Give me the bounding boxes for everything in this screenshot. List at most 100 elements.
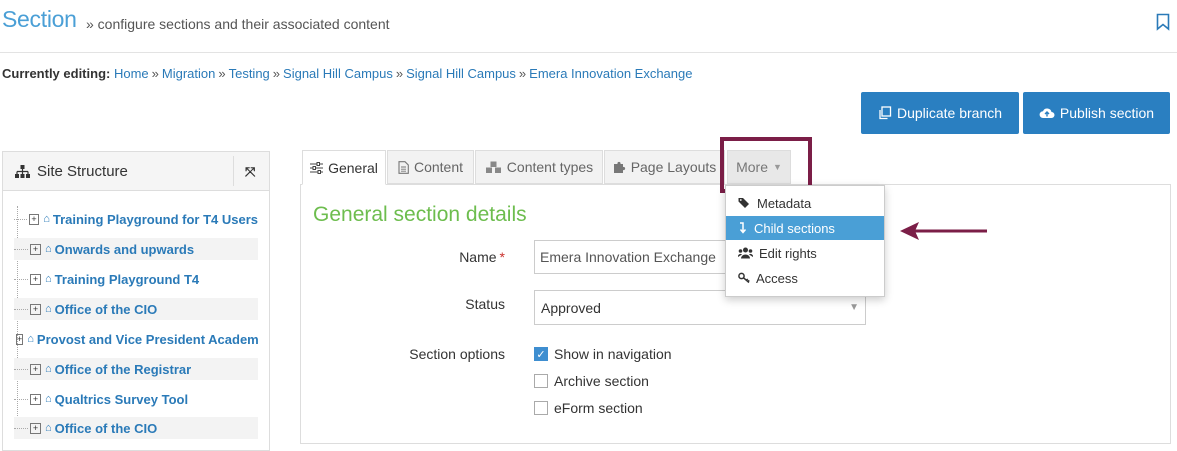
puzzle-icon <box>613 161 625 173</box>
tree-item-label: Training Playground T4 <box>54 271 200 287</box>
publish-section-button[interactable]: Publish section <box>1023 92 1170 134</box>
home-icon: ⌂ <box>45 243 52 255</box>
expand-node-icon[interactable]: + <box>30 422 41 434</box>
tree-item-label: Office of the Registrar <box>54 361 192 377</box>
name-label: Name * <box>400 249 505 265</box>
expand-node-icon[interactable]: + <box>16 333 24 345</box>
checkbox-box[interactable] <box>534 401 548 415</box>
home-icon: ⌂ <box>27 333 34 345</box>
header-divider <box>0 52 1177 53</box>
document-icon <box>398 160 409 174</box>
tree-item[interactable]: + ⌂ Provost and Vice President Academic <box>14 328 258 350</box>
menu-item-access-label: Access <box>756 270 798 286</box>
copy-icon <box>879 106 892 120</box>
tab-general-label: General <box>328 159 378 176</box>
header-divider <box>233 156 234 186</box>
sliders-icon <box>310 161 324 174</box>
tab-content[interactable]: Content <box>387 150 474 184</box>
tree-item[interactable]: + ⌂ Training Playground for T4 Users <box>14 208 258 230</box>
tree-item-label: Qualtrics Survey Tool <box>54 391 189 407</box>
home-icon: ⌂ <box>45 363 52 375</box>
breadcrumb-separator: » <box>518 66 527 81</box>
tree-item[interactable]: + ⌂ Office of the CIO <box>14 298 258 320</box>
breadcrumb-separator: » <box>272 66 281 81</box>
tree-item[interactable]: + ⌂ Office of the CIO <box>14 417 258 439</box>
tab-content-types[interactable]: Content types <box>475 150 603 184</box>
breadcrumb-signal-hill-1[interactable]: Signal Hill Campus <box>283 66 393 81</box>
page-title: Section <box>2 6 77 32</box>
level-down-icon <box>739 222 747 234</box>
tab-page-layouts-label: Page Layouts <box>630 159 717 175</box>
home-icon: ⌂ <box>45 393 52 405</box>
tags-icon <box>738 198 749 208</box>
checkbox-box[interactable] <box>534 374 548 388</box>
menu-item-child-sections-label: Child sections <box>754 220 835 236</box>
tree-item[interactable]: + ⌂ Onwards and upwards <box>14 238 258 260</box>
expand-node-icon[interactable]: + <box>30 363 41 375</box>
menu-item-edit-rights-label: Edit rights <box>759 245 817 261</box>
breadcrumb-emera[interactable]: Emera Innovation Exchange <box>529 66 692 81</box>
breadcrumb-signal-hill-2[interactable]: Signal Hill Campus <box>406 66 516 81</box>
duplicate-branch-label: Duplicate branch <box>896 105 1003 121</box>
expand-node-icon[interactable]: + <box>30 393 41 405</box>
archive-section-label: Archive section <box>554 373 649 389</box>
page-subtitle: » configure sections and their associate… <box>86 16 390 32</box>
menu-item-metadata[interactable]: Metadata <box>726 191 884 215</box>
tree-item-label: Training Playground for T4 Users <box>52 211 258 227</box>
caret-down-icon: ▼ <box>849 302 859 313</box>
sitemap-icon <box>15 165 30 178</box>
tree-item[interactable]: + ⌂ Training Playground T4 <box>14 268 258 290</box>
tree-item-label: Onwards and upwards <box>54 241 195 257</box>
home-icon: ⌂ <box>45 303 52 315</box>
duplicate-branch-button[interactable]: Duplicate branch <box>861 92 1019 134</box>
users-icon <box>738 247 753 259</box>
menu-item-edit-rights[interactable]: Edit rights <box>726 241 884 265</box>
cloud-upload-icon <box>1039 108 1055 118</box>
menu-item-child-sections[interactable]: Child sections <box>726 216 884 240</box>
status-label: Status <box>465 296 505 312</box>
required-marker: * <box>499 249 505 265</box>
archive-section-checkbox[interactable]: Archive section <box>534 373 649 389</box>
breadcrumb: Currently editing: Home» Migration» Testin… <box>2 66 692 81</box>
key-icon <box>738 272 750 284</box>
tree-item[interactable]: + ⌂ Office of the Registrar <box>14 358 258 380</box>
section-heading: General section details <box>313 203 527 226</box>
cubes-icon <box>485 161 501 173</box>
checkmark-icon[interactable]: ✓ <box>534 347 548 361</box>
tab-page-layouts[interactable]: Page Layouts <box>604 150 725 184</box>
expand-node-icon[interactable]: + <box>30 243 41 255</box>
eform-section-label: eForm section <box>554 400 643 416</box>
breadcrumb-testing[interactable]: Testing <box>229 66 270 81</box>
home-icon: ⌂ <box>45 273 52 285</box>
show-in-navigation-checkbox[interactable]: ✓ Show in navigation <box>534 346 672 362</box>
name-input[interactable] <box>534 240 734 274</box>
breadcrumb-separator: » <box>218 66 226 81</box>
name-label-text: Name <box>459 249 497 265</box>
publish-section-label: Publish section <box>1059 105 1155 121</box>
eform-section-checkbox[interactable]: eForm section <box>534 400 643 416</box>
breadcrumb-migration[interactable]: Migration <box>162 66 215 81</box>
tree-item-label: Office of the CIO <box>54 420 158 436</box>
status-value: Approved <box>541 299 601 316</box>
annotation-arrow-icon <box>900 222 987 240</box>
tree-item[interactable]: + ⌂ Qualtrics Survey Tool <box>14 388 258 410</box>
home-icon: ⌂ <box>45 422 52 434</box>
expand-node-icon[interactable]: + <box>30 273 41 285</box>
breadcrumb-home[interactable]: Home <box>114 66 149 81</box>
section-options-label: Section options <box>409 346 505 362</box>
home-icon: ⌂ <box>43 213 50 225</box>
tree-item-label: Provost and Vice President Academic <box>36 331 258 347</box>
menu-item-metadata-label: Metadata <box>757 195 812 211</box>
site-structure-title: Site Structure <box>37 163 128 180</box>
show-in-navigation-label: Show in navigation <box>554 346 672 362</box>
breadcrumb-separator: » <box>395 66 404 81</box>
menu-item-access[interactable]: Access <box>726 266 884 290</box>
expand-icon[interactable]: ⤧ <box>245 164 255 180</box>
tab-content-label: Content <box>413 159 464 175</box>
breadcrumb-prefix: Currently editing: <box>2 66 111 81</box>
tab-content-types-label: Content types <box>506 159 594 175</box>
tab-general[interactable]: General <box>302 150 386 185</box>
bookmark-icon[interactable] <box>1156 13 1170 31</box>
expand-node-icon[interactable]: + <box>28 213 40 225</box>
expand-node-icon[interactable]: + <box>30 303 41 315</box>
